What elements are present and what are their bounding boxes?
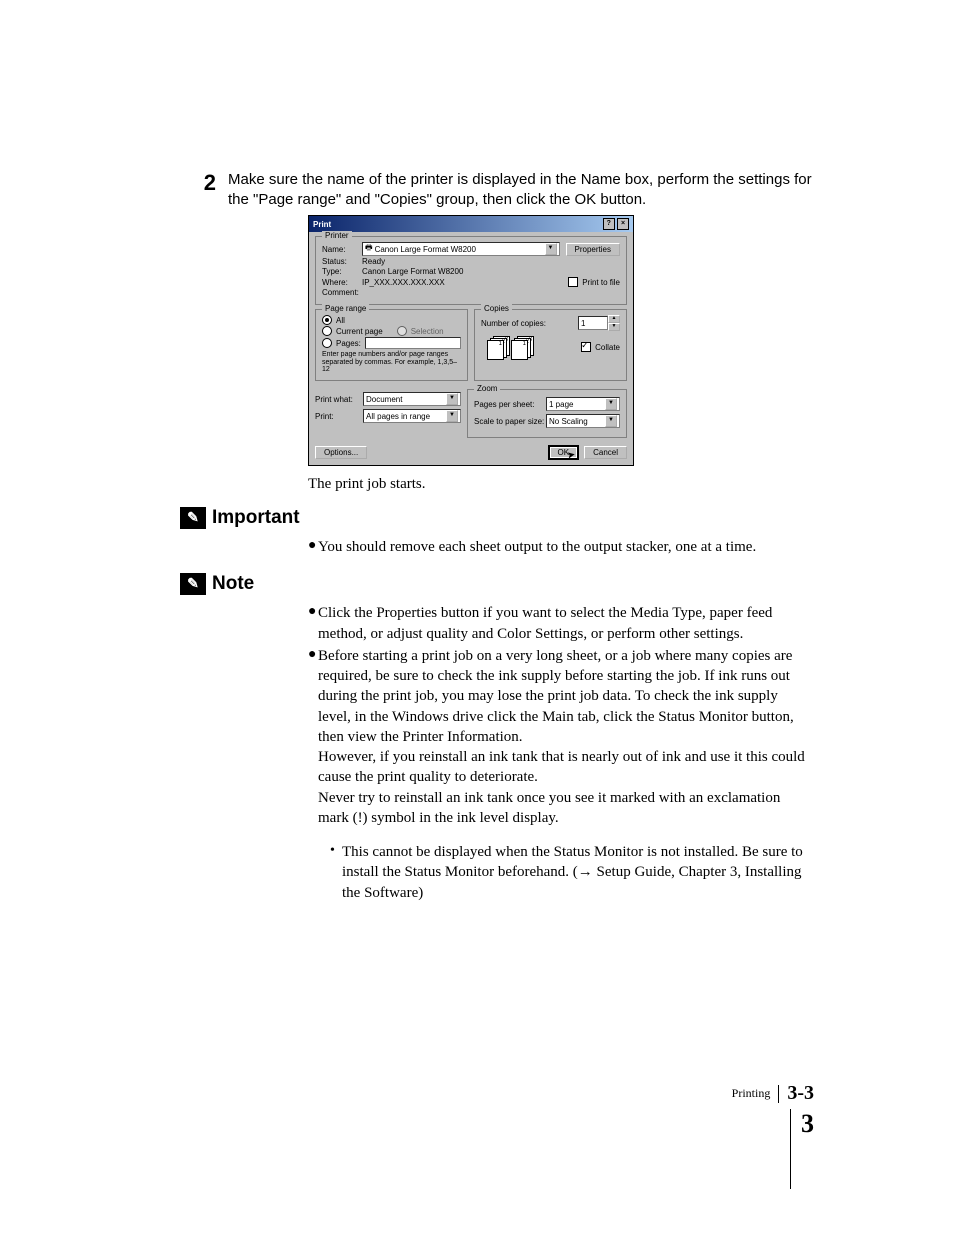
print-what-value: Document xyxy=(366,395,402,404)
note-item-1: ● Click the Properties button if you wan… xyxy=(308,603,814,644)
step-number: 2 xyxy=(180,170,228,196)
pps-select[interactable]: 1 page ▼ xyxy=(546,397,620,411)
print-to-file-label: Print to file xyxy=(582,278,620,287)
options-button[interactable]: Options... xyxy=(315,446,367,459)
print-dialog: Print ? × Printer Name: 🖶 Canon Large Fo… xyxy=(308,215,634,466)
note-icon: ✎ xyxy=(180,573,206,595)
chevron-down-icon[interactable]: ▼ xyxy=(605,415,617,427)
important-item-text: You should remove each sheet output to t… xyxy=(318,537,814,557)
comment-label: Comment: xyxy=(322,288,362,297)
step-text: Make sure the name of the printer is dis… xyxy=(228,170,814,209)
note-item-2: ● Before starting a print job on a very … xyxy=(308,646,814,903)
print-range-select[interactable]: All pages in range ▼ xyxy=(363,409,461,423)
note-item-2-p3: Never try to reinstall an ink tank once … xyxy=(318,790,780,826)
note-title: Note xyxy=(212,573,254,595)
important-title: Important xyxy=(212,507,300,529)
page-range-legend: Page range xyxy=(322,304,369,313)
collate-label: Collate xyxy=(595,343,620,352)
print-what-label: Print what: xyxy=(315,395,363,404)
zoom-legend: Zoom xyxy=(474,384,500,393)
printer-icon: 🖶 xyxy=(365,242,373,256)
zoom-group: Zoom Pages per sheet: 1 page ▼ Scale to … xyxy=(467,389,627,438)
collate-checkbox[interactable] xyxy=(581,342,591,352)
properties-button[interactable]: Properties xyxy=(566,243,620,256)
step-2: 2 Make sure the name of the printer is d… xyxy=(180,170,814,209)
where-value: IP_XXX.XXX.XXX.XXX xyxy=(362,278,445,287)
print-value: All pages in range xyxy=(366,412,430,421)
printer-name-select[interactable]: 🖶 Canon Large Format W8200 ▼ xyxy=(362,242,560,256)
dialog-title: Print xyxy=(313,220,331,229)
print-what-select[interactable]: Document ▼ xyxy=(363,392,461,406)
note-item-2-intro: Before starting a print job on a very lo… xyxy=(318,648,794,745)
type-label: Type: xyxy=(322,267,362,276)
where-label: Where: xyxy=(322,278,362,287)
radio-current-page[interactable] xyxy=(322,326,332,336)
copies-legend: Copies xyxy=(481,304,512,313)
pages-input[interactable] xyxy=(365,337,461,349)
ok-button[interactable]: OK ➤ xyxy=(549,446,579,459)
status-label: Status: xyxy=(322,257,362,266)
note-sub-bullet-text: This cannot be displayed when the Status… xyxy=(342,842,814,903)
print-label: Print: xyxy=(315,412,363,421)
cursor-icon: ➤ xyxy=(566,449,576,461)
type-value: Canon Large Format W8200 xyxy=(362,267,463,276)
pps-label: Pages per sheet: xyxy=(474,400,546,409)
radio-selection xyxy=(397,326,407,336)
name-label: Name: xyxy=(322,245,362,254)
print-to-file-checkbox[interactable] xyxy=(568,277,578,287)
page-footer: Printing 3-3 xyxy=(732,1082,814,1105)
selection-label: Selection xyxy=(411,327,444,336)
spinner-up-icon[interactable]: ▲ xyxy=(608,315,620,323)
note-callout: ✎ Note xyxy=(180,573,814,595)
printer-name-value: Canon Large Format W8200 xyxy=(373,245,545,254)
dialog-title-bar: Print ? × xyxy=(309,216,633,232)
printer-group: Printer Name: 🖶 Canon Large Format W8200… xyxy=(315,236,627,305)
chevron-down-icon[interactable]: ▼ xyxy=(605,398,617,410)
footer-section: Printing xyxy=(732,1086,771,1101)
footer-chapter-number: 3 xyxy=(790,1109,814,1189)
num-copies-value: 1 xyxy=(581,319,585,328)
all-label: All xyxy=(336,316,345,325)
spinner-down-icon[interactable]: ▼ xyxy=(608,323,620,331)
footer-page-number: 3-3 xyxy=(787,1082,814,1105)
num-copies-label: Number of copies: xyxy=(481,319,578,328)
pps-value: 1 page xyxy=(549,400,573,409)
chevron-down-icon[interactable]: ▼ xyxy=(446,410,458,422)
important-item: ● You should remove each sheet output to… xyxy=(308,537,814,557)
num-copies-spinner[interactable]: 1 ▲▼ xyxy=(578,315,620,331)
chevron-down-icon[interactable]: ▼ xyxy=(446,393,458,405)
pages-label: Pages: xyxy=(336,339,361,348)
important-icon: ✎ xyxy=(180,507,206,529)
copies-group: Copies Number of copies: 1 ▲▼ 321 321 xyxy=(474,309,627,381)
footer-divider xyxy=(778,1085,779,1103)
radio-all[interactable] xyxy=(322,315,332,325)
important-callout: ✎ Important xyxy=(180,507,814,529)
close-icon[interactable]: × xyxy=(617,218,629,230)
note-item-1-text: Click the Properties button if you want … xyxy=(318,603,814,644)
cancel-button[interactable]: Cancel xyxy=(584,446,627,459)
collate-illustration: 321 321 xyxy=(487,336,529,358)
note-item-2-p2: However, if you reinstall an ink tank th… xyxy=(318,749,805,785)
scale-label: Scale to paper size: xyxy=(474,417,546,426)
current-page-label: Current page xyxy=(336,327,383,336)
help-icon[interactable]: ? xyxy=(603,218,615,230)
print-job-starts-text: The print job starts. xyxy=(308,476,814,493)
chevron-down-icon[interactable]: ▼ xyxy=(545,243,557,255)
status-value: Ready xyxy=(362,257,385,266)
scale-select[interactable]: No Scaling ▼ xyxy=(546,414,620,428)
radio-pages[interactable] xyxy=(322,338,332,348)
page-range-group: Page range All Current page Selection Pa… xyxy=(315,309,468,381)
printer-legend: Printer xyxy=(322,231,352,240)
pages-hint: Enter page numbers and/or page ranges se… xyxy=(322,351,461,374)
note-sub-bullet: • This cannot be displayed when the Stat… xyxy=(330,842,814,903)
scale-value: No Scaling xyxy=(549,417,588,426)
